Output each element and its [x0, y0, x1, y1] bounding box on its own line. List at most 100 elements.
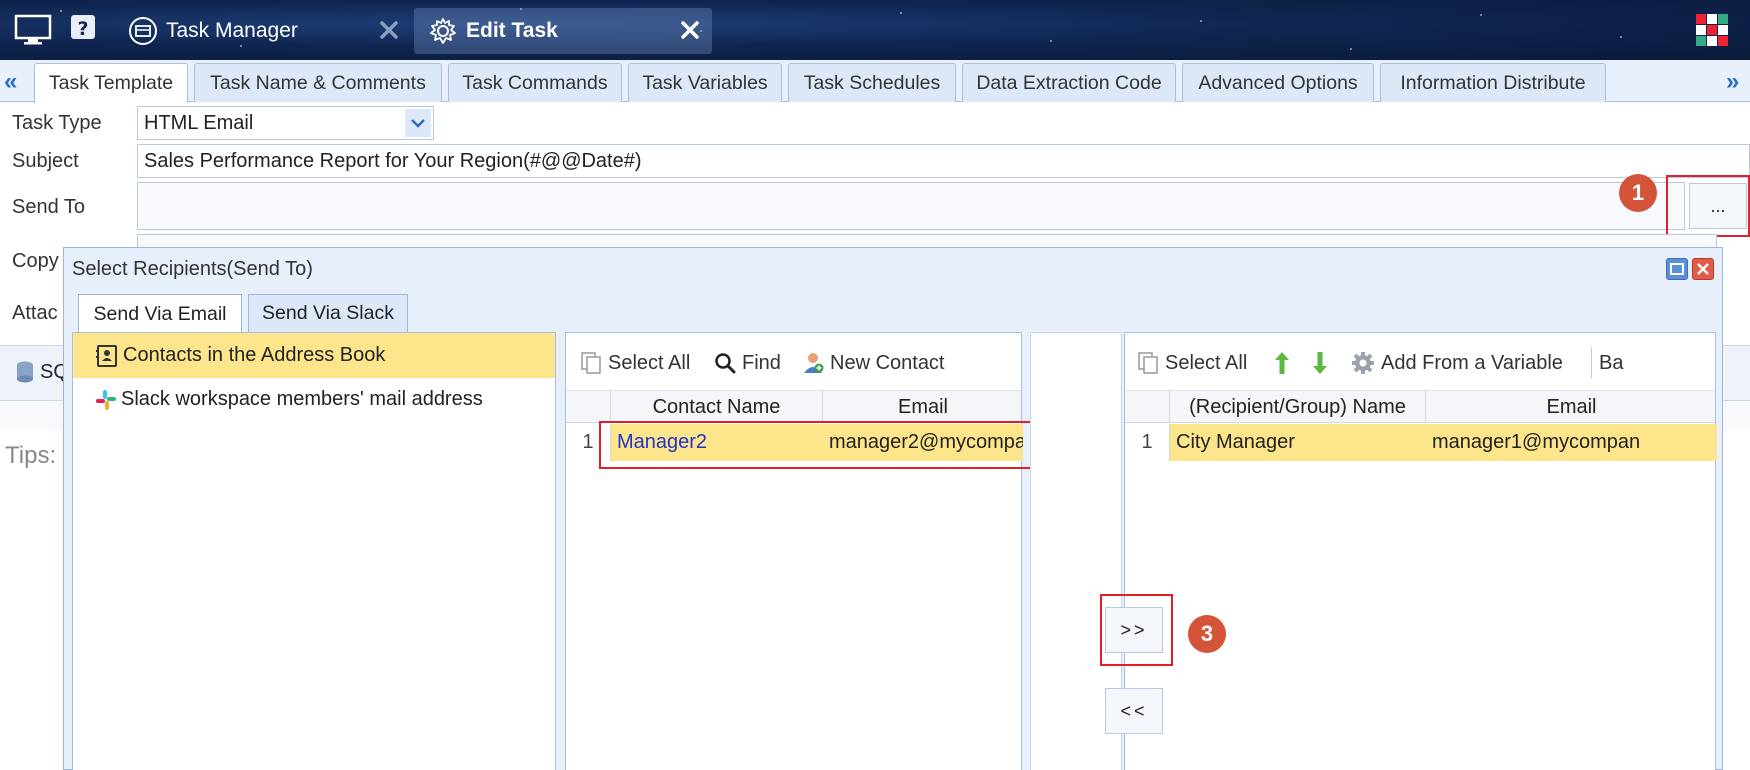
button-label: New Contact	[830, 351, 945, 374]
contacts-find-button[interactable]: Find	[714, 349, 781, 377]
scroll-right-icon[interactable]: »	[1726, 68, 1739, 96]
database-icon	[14, 360, 36, 384]
task-tab-strip: « Task Template Task Name & Comments Tas…	[0, 60, 1750, 103]
tab-label: Advanced Options	[1198, 71, 1358, 94]
close-icon[interactable]	[1692, 258, 1714, 280]
recipient-name-cell[interactable]: City Manager	[1170, 424, 1426, 461]
callout-badge-1: 1	[1619, 174, 1657, 212]
source-address-book[interactable]: Contacts in the Address Book	[73, 333, 555, 378]
recipients-select-all-button[interactable]: Select All	[1137, 349, 1247, 377]
tab-task-name-comments[interactable]: Task Name & Comments	[194, 63, 442, 102]
tab-advanced-options[interactable]: Advanced Options	[1182, 63, 1374, 102]
app-logo-icon	[1694, 12, 1730, 48]
tab-label: Data Extraction Code	[976, 71, 1162, 94]
source-label: Contacts in the Address Book	[123, 344, 386, 366]
recipients-panel: Select All Add From a Variable Ba (Recip…	[1124, 332, 1717, 770]
tab-label: Task Name & Comments	[210, 71, 426, 94]
toolbar-divider	[1591, 347, 1592, 379]
contacts-select-all-button[interactable]: Select All	[580, 349, 690, 377]
attach-label: Attac	[12, 302, 58, 324]
button-label: Select All	[1165, 351, 1248, 374]
task-manager-icon	[128, 16, 158, 46]
address-book-icon	[95, 344, 119, 368]
source-label: Slack workspace members' mail address	[121, 388, 483, 410]
tab-task-template[interactable]: Task Template	[34, 63, 188, 103]
task-type-value: HTML Email	[144, 111, 254, 134]
recipient-email-cell[interactable]: manager1@mycompan	[1426, 424, 1717, 461]
contacts-toolbar: Select All Find New Contact	[566, 333, 1021, 391]
source-slack-members[interactable]: Slack workspace members' mail address	[73, 377, 555, 422]
help-icon[interactable]: ?	[70, 14, 96, 48]
tab-label: Task Template	[48, 72, 174, 94]
task-type-label: Task Type	[12, 112, 102, 134]
contacts-panel: Select All Find New Contact Contact Name…	[565, 332, 1023, 770]
close-edit-task-icon[interactable]	[678, 18, 702, 42]
tab-task-variables[interactable]: Task Variables	[628, 63, 782, 102]
chevron-down-icon[interactable]	[405, 109, 431, 137]
app-title-bar: ? Task Manager Edit Task	[0, 0, 1750, 60]
tab-task-manager-label: Task Manager	[166, 19, 298, 42]
tab-label: Task Schedules	[803, 71, 941, 94]
button-label: Ba	[1599, 351, 1624, 374]
column-contact-name[interactable]: Contact Name	[611, 391, 823, 423]
annotation-box-3	[1100, 594, 1173, 666]
arrow-down-icon	[1311, 350, 1329, 376]
tab-task-commands[interactable]: Task Commands	[448, 63, 622, 102]
tab-label: Send Via Slack	[262, 302, 394, 324]
tab-task-schedules[interactable]: Task Schedules	[788, 63, 956, 102]
column-email[interactable]: Email	[823, 391, 1023, 423]
annotation-box-1	[1666, 175, 1750, 237]
subject-label: Subject	[12, 150, 79, 172]
scroll-left-icon[interactable]: «	[4, 68, 17, 96]
table-row[interactable]: 1 City Manager manager1@mycompan	[1125, 424, 1717, 461]
gear-icon	[1351, 351, 1375, 375]
arrow-up-icon	[1273, 350, 1291, 376]
send-to-label: Send To	[12, 196, 86, 218]
tab-information-distribute[interactable]: Information Distribute	[1380, 63, 1606, 102]
sql-item[interactable]: SQ	[14, 360, 69, 384]
tab-label: Information Distribute	[1400, 71, 1586, 94]
tab-edit-task[interactable]: Edit Task	[414, 8, 712, 54]
tab-label: Send Via Email	[93, 302, 227, 325]
move-down-button[interactable]	[1311, 349, 1329, 377]
svg-text:?: ?	[77, 18, 88, 40]
rownum-header	[1125, 391, 1170, 423]
add-from-variable-button[interactable]: Add From a Variable	[1351, 349, 1563, 377]
subject-value: Sales Performance Report for Your Region…	[144, 149, 642, 172]
dialog-title: Select Recipients(Send To)	[72, 258, 313, 280]
add-user-icon	[802, 351, 824, 375]
tab-data-extraction-code[interactable]: Data Extraction Code	[962, 63, 1176, 102]
new-contact-button[interactable]: New Contact	[802, 349, 945, 377]
button-label: Add From a Variable	[1381, 351, 1563, 374]
tab-label: Task Commands	[462, 71, 608, 94]
gear-icon	[428, 16, 458, 46]
send-to-input[interactable]	[137, 182, 1685, 230]
move-up-button[interactable]	[1273, 349, 1291, 377]
tab-task-manager[interactable]: Task Manager	[128, 8, 388, 54]
rownum-header	[566, 391, 611, 423]
annotation-box-2	[599, 421, 1032, 469]
row-number: 1	[1125, 424, 1170, 461]
batch-button[interactable]: Ba	[1599, 349, 1623, 377]
tab-edit-task-label: Edit Task	[466, 19, 558, 42]
callout-badge-3: 3	[1188, 615, 1226, 653]
recipients-toolbar: Select All Add From a Variable Ba	[1125, 333, 1715, 391]
recipient-source-tree: Contacts in the Address Book Slack works…	[72, 332, 556, 770]
recipients-grid-header: (Recipient/Group) Name Email	[1125, 391, 1715, 423]
slack-icon	[95, 389, 117, 411]
search-icon	[714, 352, 736, 374]
close-task-manager-icon[interactable]	[377, 18, 401, 42]
maximize-icon[interactable]	[1666, 258, 1688, 280]
remove-recipient-button[interactable]: <<	[1105, 688, 1163, 734]
column-email[interactable]: Email	[1426, 391, 1717, 423]
tab-send-via-slack[interactable]: Send Via Slack	[248, 294, 408, 332]
copy-icon	[580, 351, 602, 375]
subject-input[interactable]: Sales Performance Report for Your Region…	[137, 144, 1750, 178]
task-type-select[interactable]: HTML Email	[137, 106, 434, 140]
tab-send-via-email[interactable]: Send Via Email	[78, 294, 242, 333]
column-recipient-group-name[interactable]: (Recipient/Group) Name	[1170, 391, 1426, 423]
desktop-icon[interactable]	[14, 14, 52, 52]
dialog-body: Contacts in the Address Book Slack works…	[72, 332, 1717, 770]
copy-icon	[1137, 351, 1159, 375]
contacts-grid-header: Contact Name Email	[566, 391, 1021, 423]
